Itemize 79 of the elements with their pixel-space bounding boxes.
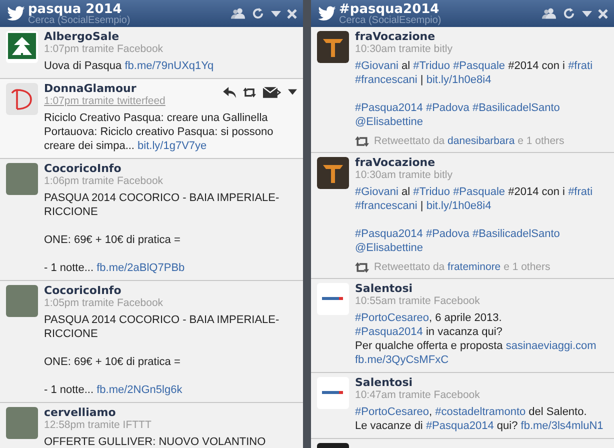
- refresh-icon[interactable]: [562, 7, 576, 20]
- retweet-icon: [355, 262, 369, 272]
- link[interactable]: #Pasqua2014: [355, 326, 423, 338]
- close-icon[interactable]: [598, 8, 608, 18]
- bird-icon: [317, 6, 337, 22]
- link[interactable]: #PortoCesareo: [355, 312, 429, 324]
- tweet-time[interactable]: 1:07pm tramite twitterfeed: [44, 95, 166, 107]
- link[interactable]: fb.me/2aBlQ7PBb: [96, 262, 185, 274]
- link[interactable]: fb.me/3ls4mluN1: [520, 420, 604, 432]
- link[interactable]: #Pasqua2014: [355, 102, 423, 114]
- link[interactable]: #Giovani: [355, 60, 398, 72]
- link[interactable]: @Elisabettine: [355, 242, 424, 254]
- user-name[interactable]: CocoricoInfo: [44, 285, 164, 297]
- reply-icon[interactable]: [223, 86, 236, 98]
- tweet-text: - 1 notte... fb.me/2NGn5lg6k: [44, 383, 184, 397]
- link[interactable]: #PortoCesareo: [355, 406, 429, 418]
- link[interactable]: #Pasqua2014: [426, 420, 494, 432]
- link[interactable]: #frati: [568, 186, 593, 198]
- user-name[interactable]: DonnaGlamour: [44, 83, 166, 95]
- user-name[interactable]: cervelliamo: [44, 407, 152, 419]
- caret-icon[interactable]: [271, 8, 281, 18]
- tweet-text: - 1 notte... fb.me/2aBlQ7PBb: [44, 261, 186, 275]
- column-subtitle: Cerca (SocialEsempio): [28, 16, 132, 26]
- tweet-text: #Giovani al #Triduo #Pasquale #2014 con i #frati #francescani | bit.ly/1h0e8i4: [355, 59, 594, 87]
- user-name[interactable]: Salentosi: [355, 283, 480, 295]
- retweet-icon: [355, 136, 369, 146]
- link[interactable]: #Giovani: [355, 186, 398, 198]
- tweet-text: #PortoCesareo, #costadeltramonto del Salento. Le vacanze di #Pasqua2014 qui? fb.me/3ls4mluN1: [355, 405, 604, 433]
- link[interactable]: #Padova: [426, 102, 470, 114]
- link[interactable]: #Padova: [426, 228, 470, 240]
- link[interactable]: #costadeltramonto: [435, 406, 526, 418]
- tweet-text: ONE: 69€ + 10€ di pratica =: [44, 355, 182, 369]
- link[interactable]: sasinaeviaggi.com: [506, 340, 596, 352]
- link[interactable]: frateminore: [448, 261, 501, 273]
- tweet-text: ONE: 69€ + 10€ di pratica =: [44, 233, 182, 247]
- retweet-icon[interactable]: [243, 86, 256, 98]
- tweet-text: #Giovani al #Triduo #Pasquale #2014 con i #frati #francescani | bit.ly/1h0e8i4: [355, 185, 594, 213]
- user-name[interactable]: fraVocazione: [355, 157, 452, 169]
- link[interactable]: #Pasquale: [453, 60, 506, 72]
- link[interactable]: #Pasquale: [453, 186, 506, 198]
- link[interactable]: #francescani: [355, 74, 418, 86]
- user-name[interactable]: AlbergoSale: [44, 31, 164, 43]
- people-icon[interactable]: [231, 7, 245, 20]
- tweet-text: PASQUA 2014 COCORICO - BAIA IMPERIALE- RICCIONE: [44, 191, 280, 219]
- user-name[interactable]: CocoricoInfo: [44, 163, 164, 175]
- caret-icon[interactable]: [288, 89, 297, 95]
- column-title: pasqua 2014: [28, 2, 122, 16]
- link[interactable]: fb.me/3QyCsMFxC: [355, 354, 449, 366]
- link[interactable]: #Triduo: [413, 186, 450, 198]
- tweet-text: OFFERTE GULLIVER: NUOVO VOLANTINO: [44, 435, 267, 448]
- link[interactable]: fb.me/2NGn5lg6k: [96, 384, 182, 396]
- caret-icon[interactable]: [582, 8, 592, 18]
- link[interactable]: #frati: [568, 60, 593, 72]
- refresh-icon[interactable]: [251, 7, 265, 20]
- link[interactable]: fb.me/79nUXq1Yq: [124, 60, 214, 72]
- user-name[interactable]: Salentosi: [355, 377, 480, 389]
- link[interactable]: @Elisabettine: [355, 116, 424, 128]
- link[interactable]: #Pasqua2014: [355, 228, 423, 240]
- link[interactable]: #BasilicadelSanto: [472, 228, 560, 240]
- column-title: #pasqua2014: [339, 2, 440, 16]
- retweet-note: Retweettato da frateminore e 1 others: [374, 261, 550, 273]
- bird-icon: [6, 6, 26, 22]
- tweet-text: PASQUA 2014 COCORICO - BAIA IMPERIALE- RICCIONE: [44, 313, 280, 341]
- tweet-text: #PortoCesareo, 6 aprile 2013. #Pasqua2014 in vacanza qui? Per qualche offerta e proposta sasinaeviaggi.com fb.me/3QyCsMFxC: [355, 311, 598, 367]
- tweet-text: Riciclo Creativo Pasqua: creare una Gallinella Portauova: Riciclo creativo Pasqua: si possono creare dei simpa... bit.ly/1g7V7ye: [44, 111, 274, 153]
- column-subtitle: Cerca (SocialEsempio): [339, 16, 442, 26]
- link[interactable]: #Triduo: [413, 60, 450, 72]
- link[interactable]: bit.ly/1g7V7ye: [138, 140, 207, 152]
- link[interactable]: #BasilicadelSanto: [472, 102, 560, 114]
- retweet-note: Retweettato da danesibarbara e 1 others: [374, 135, 564, 147]
- user-name[interactable]: fraVocazione: [355, 31, 452, 43]
- people-icon[interactable]: [542, 7, 556, 20]
- link[interactable]: bit.ly/1h0e8i4: [426, 200, 492, 212]
- link[interactable]: bit.ly/1h0e8i4: [426, 74, 492, 86]
- tweet-text: Uova di Pasqua fb.me/79nUXq1Yq: [44, 59, 215, 73]
- close-icon[interactable]: [287, 8, 297, 18]
- link[interactable]: #francescani: [355, 200, 418, 212]
- message-icon[interactable]: [263, 86, 281, 98]
- link[interactable]: danesibarbara: [448, 135, 515, 147]
